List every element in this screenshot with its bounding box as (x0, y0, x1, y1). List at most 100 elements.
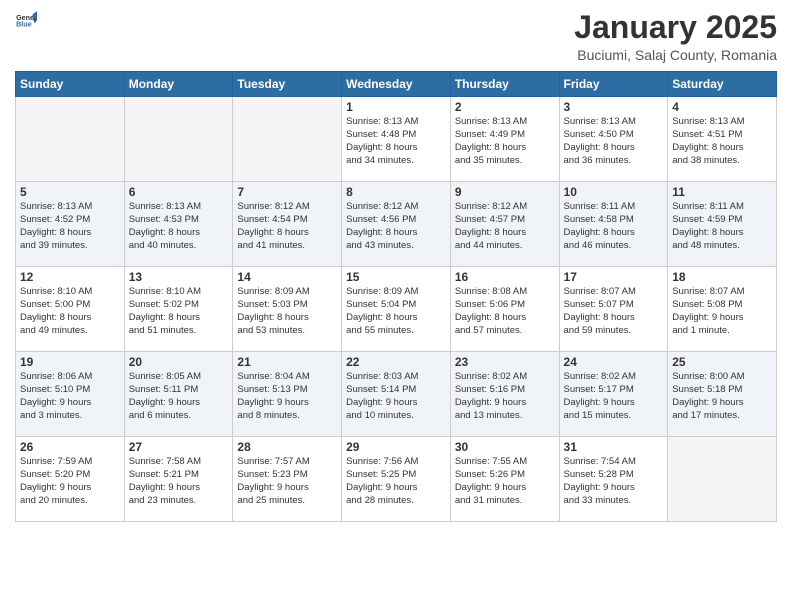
calendar-cell: 30 Sunrise: 7:55 AM Sunset: 5:26 PM Dayli… (450, 437, 559, 522)
day-number: 10 (564, 185, 664, 199)
calendar-cell: 25 Sunrise: 8:00 AM Sunset: 5:18 PM Dayli… (668, 352, 777, 437)
calendar-cell: 19Sunrise: 8:06 AM Sunset: 5:10 PM Dayli… (16, 352, 125, 437)
day-number: 7 (237, 185, 337, 199)
calendar-cell: 5 Sunrise: 8:13 AM Sunset: 4:52 PM Daylig… (16, 182, 125, 267)
day-info: Sunrise: 7:57 AM Sunset: 5:23 PM Dayligh… (237, 456, 337, 507)
calendar-cell: 31Sunrise: 7:54 AM Sunset: 5:28 PM Dayli… (559, 437, 668, 522)
calendar-cell: 18 Sunrise: 8:07 AM Sunset: 5:08 PM Dayli… (668, 267, 777, 352)
day-number: 29 (346, 440, 446, 454)
calendar-cell: 23Sunrise: 8:02 AM Sunset: 5:16 PM Dayli… (450, 352, 559, 437)
day-info: Sunrise: 8:11 AM Sunset: 4:59 PM Dayligh… (672, 201, 772, 252)
calendar-cell: 3 Sunrise: 8:13 AM Sunset: 4:50 PM Daylig… (559, 97, 668, 182)
day-info: Sunrise: 8:07 AM Sunset: 5:07 PM Dayligh… (564, 286, 664, 337)
weekday-header-saturday: Saturday (668, 72, 777, 97)
calendar-week-5: 26 Sunrise: 7:59 AM Sunset: 5:20 PM Dayli… (16, 437, 777, 522)
calendar-title: January 2025 (574, 10, 777, 45)
day-info: Sunrise: 7:54 AM Sunset: 5:28 PM Dayligh… (564, 456, 664, 507)
day-info: Sunrise: 8:13 AM Sunset: 4:52 PM Dayligh… (20, 201, 120, 252)
day-info: Sunrise: 8:00 AM Sunset: 5:18 PM Dayligh… (672, 371, 772, 422)
logo: General Blue (15, 10, 37, 32)
calendar-cell: 11 Sunrise: 8:11 AM Sunset: 4:59 PM Dayli… (668, 182, 777, 267)
day-number: 17 (564, 270, 664, 284)
day-number: 23 (455, 355, 555, 369)
calendar-cell: 21Sunrise: 8:04 AM Sunset: 5:13 PM Dayli… (233, 352, 342, 437)
day-number: 18 (672, 270, 772, 284)
weekday-header-wednesday: Wednesday (342, 72, 451, 97)
calendar-cell (124, 97, 233, 182)
day-number: 12 (20, 270, 120, 284)
day-info: Sunrise: 8:08 AM Sunset: 5:06 PM Dayligh… (455, 286, 555, 337)
calendar-cell: 8Sunrise: 8:12 AM Sunset: 4:56 PM Daylig… (342, 182, 451, 267)
day-info: Sunrise: 7:56 AM Sunset: 5:25 PM Dayligh… (346, 456, 446, 507)
calendar-cell: 20 Sunrise: 8:05 AM Sunset: 5:11 PM Dayli… (124, 352, 233, 437)
calendar-cell: 13 Sunrise: 8:10 AM Sunset: 5:02 PM Dayli… (124, 267, 233, 352)
header: General Blue January 2025 Buciumi, Salaj… (15, 10, 777, 63)
day-number: 13 (129, 270, 229, 284)
day-info: Sunrise: 8:12 AM Sunset: 4:54 PM Dayligh… (237, 201, 337, 252)
day-number: 4 (672, 100, 772, 114)
day-info: Sunrise: 8:07 AM Sunset: 5:08 PM Dayligh… (672, 286, 772, 337)
day-info: Sunrise: 8:03 AM Sunset: 5:14 PM Dayligh… (346, 371, 446, 422)
day-number: 11 (672, 185, 772, 199)
day-info: Sunrise: 8:04 AM Sunset: 5:13 PM Dayligh… (237, 371, 337, 422)
day-info: Sunrise: 8:13 AM Sunset: 4:53 PM Dayligh… (129, 201, 229, 252)
weekday-header-thursday: Thursday (450, 72, 559, 97)
calendar-cell: 4Sunrise: 8:13 AM Sunset: 4:51 PM Daylig… (668, 97, 777, 182)
day-info: Sunrise: 8:13 AM Sunset: 4:50 PM Dayligh… (564, 116, 664, 167)
calendar-cell: 24Sunrise: 8:02 AM Sunset: 5:17 PM Dayli… (559, 352, 668, 437)
calendar-cell: 26 Sunrise: 7:59 AM Sunset: 5:20 PM Dayli… (16, 437, 125, 522)
day-number: 20 (129, 355, 229, 369)
day-number: 27 (129, 440, 229, 454)
day-info: Sunrise: 8:06 AM Sunset: 5:10 PM Dayligh… (20, 371, 120, 422)
calendar-week-1: 1 Sunrise: 8:13 AM Sunset: 4:48 PM Daylig… (16, 97, 777, 182)
day-number: 8 (346, 185, 446, 199)
calendar-cell: 28 Sunrise: 7:57 AM Sunset: 5:23 PM Dayli… (233, 437, 342, 522)
svg-text:Blue: Blue (16, 21, 32, 29)
day-number: 9 (455, 185, 555, 199)
calendar-cell (668, 437, 777, 522)
day-info: Sunrise: 8:10 AM Sunset: 5:02 PM Dayligh… (129, 286, 229, 337)
day-info: Sunrise: 8:10 AM Sunset: 5:00 PM Dayligh… (20, 286, 120, 337)
calendar-cell: 16Sunrise: 8:08 AM Sunset: 5:06 PM Dayli… (450, 267, 559, 352)
calendar-table: SundayMondayTuesdayWednesdayThursdayFrid… (15, 71, 777, 522)
calendar-cell: 17 Sunrise: 8:07 AM Sunset: 5:07 PM Dayli… (559, 267, 668, 352)
calendar-week-3: 12 Sunrise: 8:10 AM Sunset: 5:00 PM Dayli… (16, 267, 777, 352)
day-number: 25 (672, 355, 772, 369)
weekday-header-monday: Monday (124, 72, 233, 97)
calendar-cell: 15 Sunrise: 8:09 AM Sunset: 5:04 PM Dayli… (342, 267, 451, 352)
calendar-cell: 27 Sunrise: 7:58 AM Sunset: 5:21 PM Dayli… (124, 437, 233, 522)
day-number: 5 (20, 185, 120, 199)
day-info: Sunrise: 8:09 AM Sunset: 5:04 PM Dayligh… (346, 286, 446, 337)
day-number: 3 (564, 100, 664, 114)
day-info: Sunrise: 8:12 AM Sunset: 4:57 PM Dayligh… (455, 201, 555, 252)
day-number: 28 (237, 440, 337, 454)
calendar-cell: 2Sunrise: 8:13 AM Sunset: 4:49 PM Daylig… (450, 97, 559, 182)
day-info: Sunrise: 8:13 AM Sunset: 4:49 PM Dayligh… (455, 116, 555, 167)
logo-icon: General Blue (15, 10, 37, 32)
calendar-cell: 29 Sunrise: 7:56 AM Sunset: 5:25 PM Dayli… (342, 437, 451, 522)
day-number: 1 (346, 100, 446, 114)
calendar-cell (16, 97, 125, 182)
day-number: 24 (564, 355, 664, 369)
day-number: 15 (346, 270, 446, 284)
day-info: Sunrise: 8:09 AM Sunset: 5:03 PM Dayligh… (237, 286, 337, 337)
calendar-cell: 14 Sunrise: 8:09 AM Sunset: 5:03 PM Dayli… (233, 267, 342, 352)
day-info: Sunrise: 7:58 AM Sunset: 5:21 PM Dayligh… (129, 456, 229, 507)
day-info: Sunrise: 8:11 AM Sunset: 4:58 PM Dayligh… (564, 201, 664, 252)
calendar-week-2: 5 Sunrise: 8:13 AM Sunset: 4:52 PM Daylig… (16, 182, 777, 267)
title-block: January 2025 Buciumi, Salaj County, Roma… (574, 10, 777, 63)
calendar-cell: 12 Sunrise: 8:10 AM Sunset: 5:00 PM Dayli… (16, 267, 125, 352)
day-number: 14 (237, 270, 337, 284)
day-info: Sunrise: 7:59 AM Sunset: 5:20 PM Dayligh… (20, 456, 120, 507)
day-number: 30 (455, 440, 555, 454)
day-info: Sunrise: 7:55 AM Sunset: 5:26 PM Dayligh… (455, 456, 555, 507)
weekday-header-friday: Friday (559, 72, 668, 97)
day-info: Sunrise: 8:05 AM Sunset: 5:11 PM Dayligh… (129, 371, 229, 422)
day-number: 6 (129, 185, 229, 199)
weekday-header-sunday: Sunday (16, 72, 125, 97)
weekday-header-row: SundayMondayTuesdayWednesdayThursdayFrid… (16, 72, 777, 97)
day-number: 26 (20, 440, 120, 454)
calendar-week-4: 19Sunrise: 8:06 AM Sunset: 5:10 PM Dayli… (16, 352, 777, 437)
calendar-cell: 22Sunrise: 8:03 AM Sunset: 5:14 PM Dayli… (342, 352, 451, 437)
day-info: Sunrise: 8:13 AM Sunset: 4:48 PM Dayligh… (346, 116, 446, 167)
